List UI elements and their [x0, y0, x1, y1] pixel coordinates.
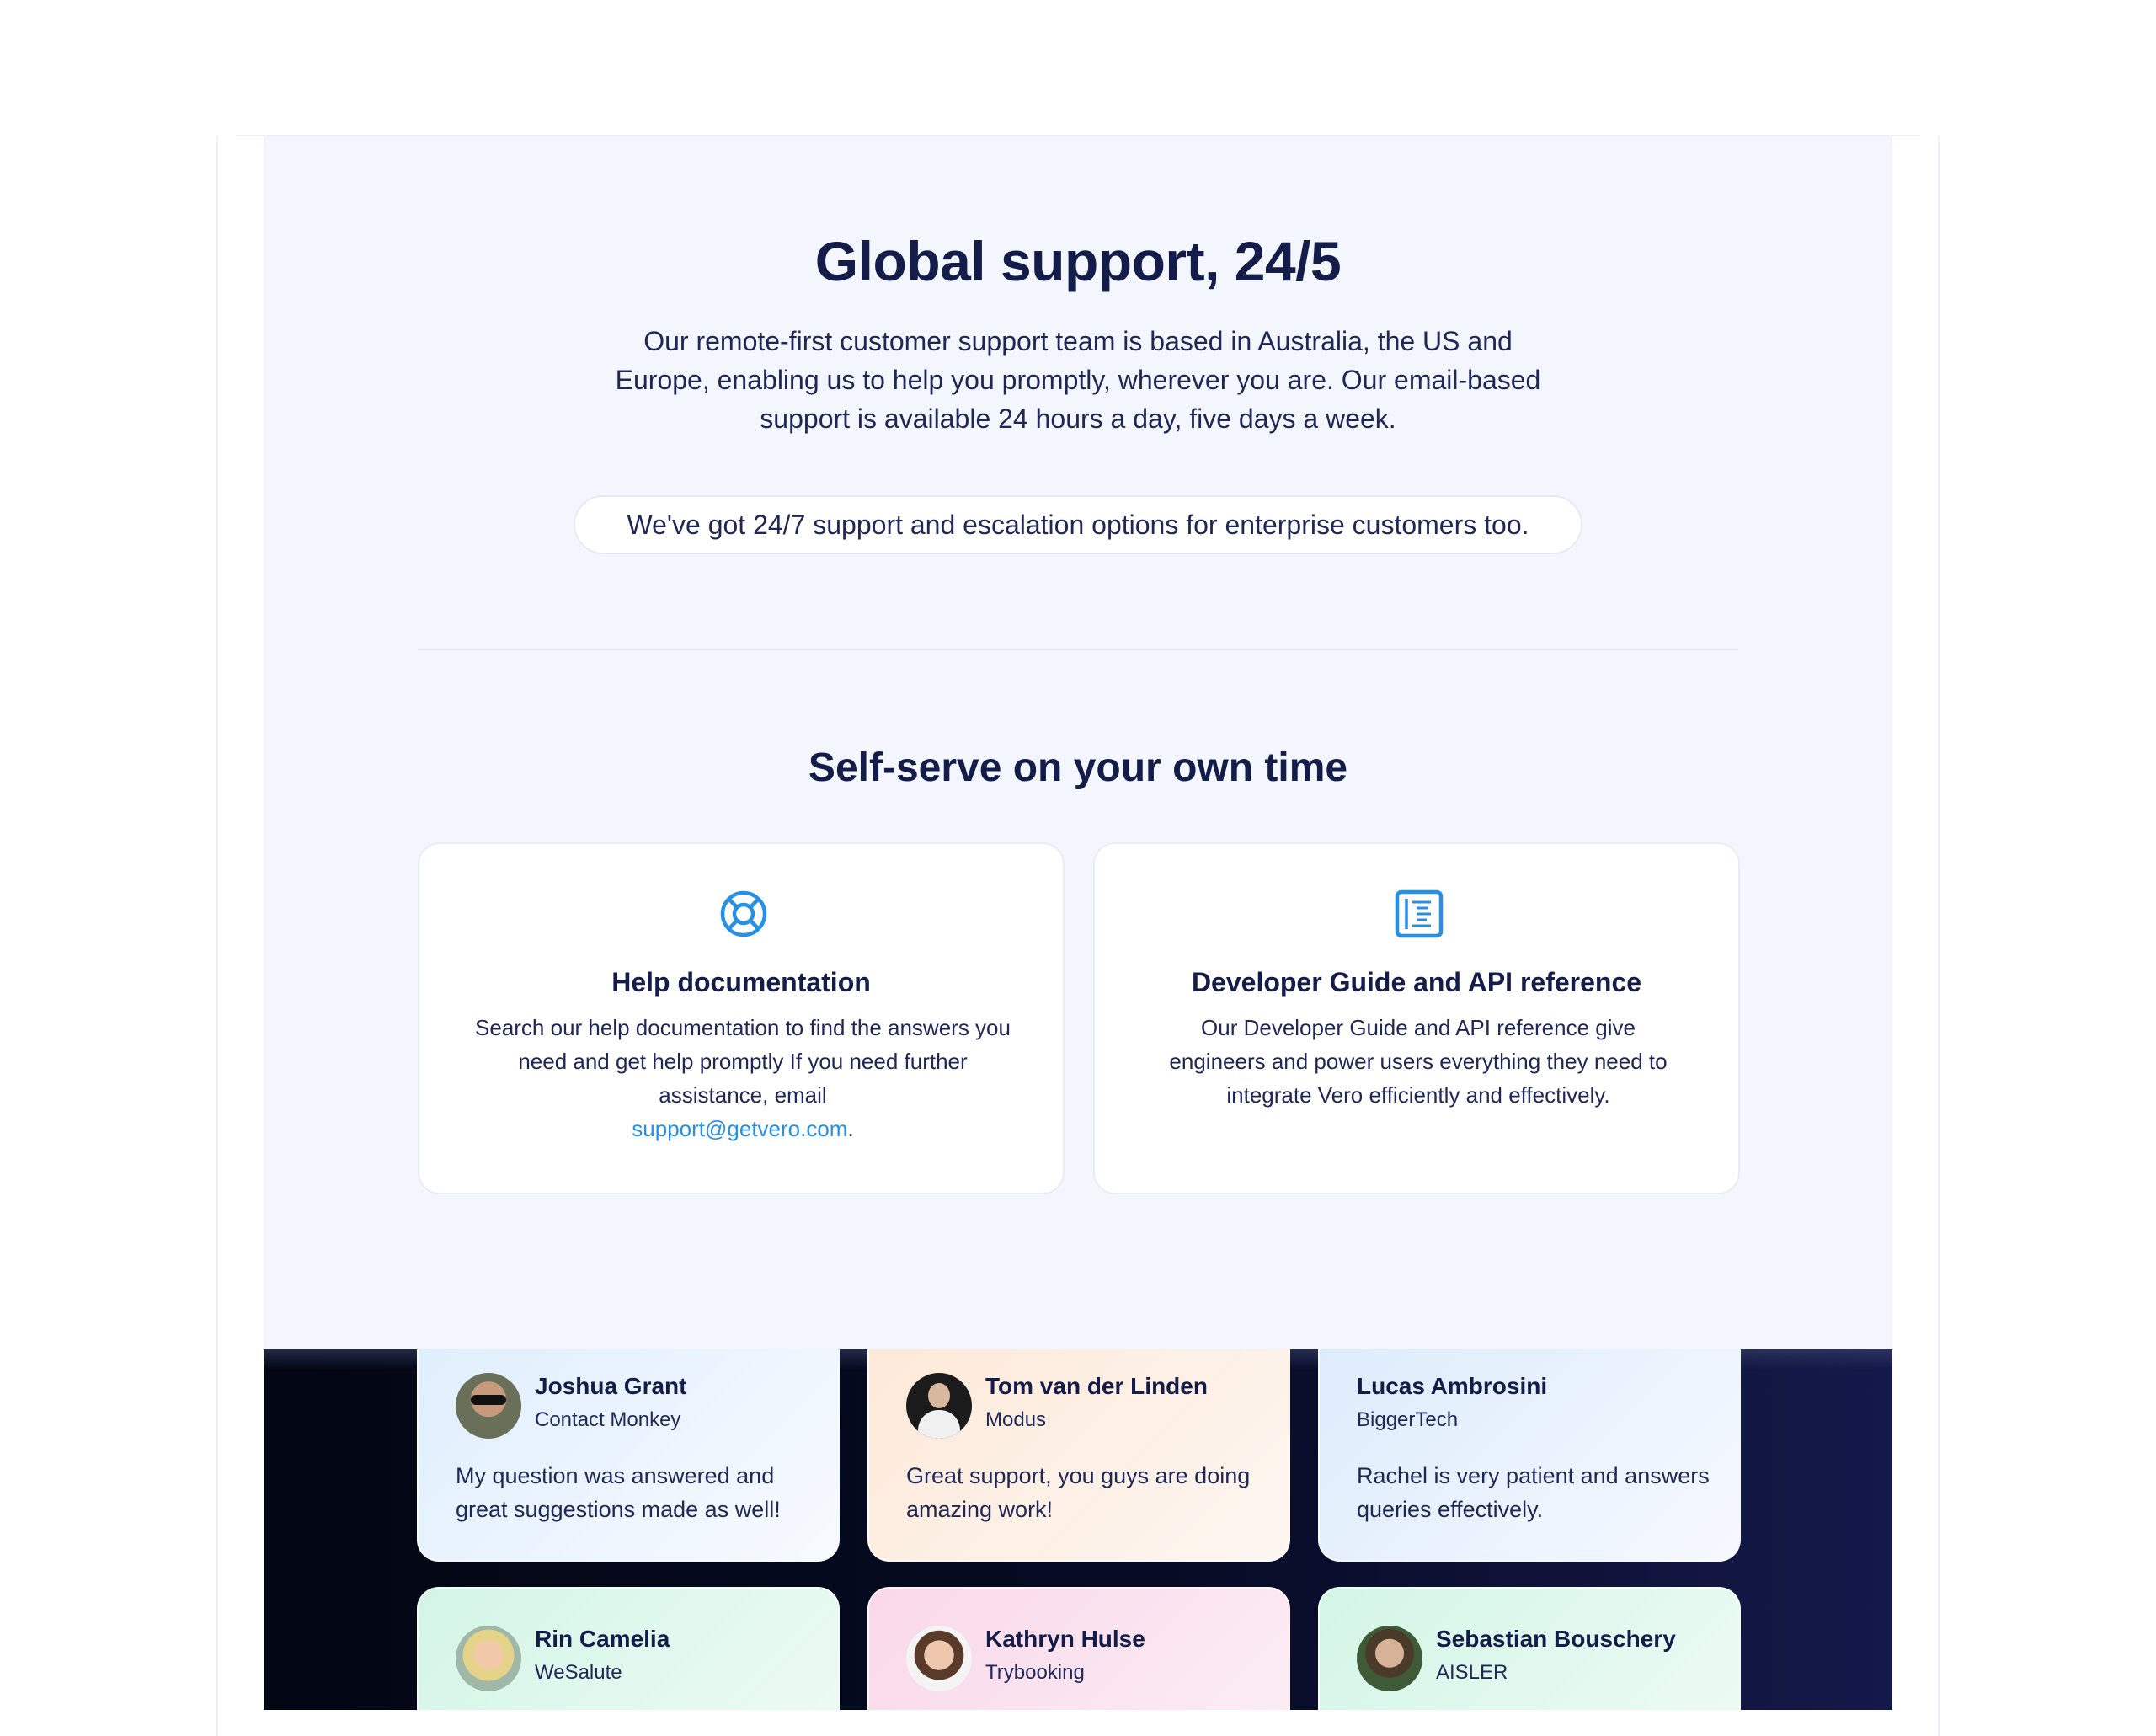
testimonial-card: Lucas Ambrosini BiggerTech Rachel is ver…: [1318, 1349, 1741, 1562]
testimonial-quote: Great support, you guys are doing amazin…: [906, 1463, 1251, 1522]
testimonial-card: Joshua Grant Contact Monkey My question …: [417, 1349, 840, 1562]
page-title: Global support, 24/5: [814, 230, 1342, 292]
self-serve-title: Self-serve on your own time: [808, 745, 1348, 790]
testimonial-quote: My question was answered and great sugge…: [456, 1463, 781, 1522]
support-description: Our remote-first customer support team i…: [615, 326, 1541, 434]
document-list-icon: [1395, 889, 1444, 938]
avatar: [906, 1373, 972, 1439]
enterprise-note-text: We've got 24/7 support and escalation op…: [627, 509, 1529, 540]
developer-guide-card[interactable]: Developer Guide and API reference Our De…: [1093, 842, 1740, 1194]
help-documentation-title: Help documentation: [611, 967, 871, 997]
testimonial-quote: Rachel is very patient and answers queri…: [1357, 1463, 1710, 1522]
testimonial-name: Tom van der Linden: [985, 1373, 1208, 1399]
testimonial-card: Rin Camelia WeSalute: [417, 1587, 840, 1710]
support-panel: Global support, 24/5 Our remote-first cu…: [264, 136, 1892, 1349]
testimonial-company: WeSalute: [535, 1661, 622, 1684]
testimonial-name: Joshua Grant: [535, 1373, 687, 1399]
testimonial-name: Sebastian Bouschery: [1436, 1626, 1676, 1652]
testimonial-name: Rin Camelia: [535, 1626, 670, 1652]
avatar: [456, 1373, 521, 1439]
lifebuoy-icon: [720, 890, 767, 937]
enterprise-note: We've got 24/7 support and escalation op…: [574, 495, 1582, 554]
help-documentation-card[interactable]: Help documentation Search our help docum…: [418, 842, 1065, 1194]
testimonial-company: AISLER: [1436, 1661, 1508, 1684]
developer-guide-title: Developer Guide and API reference: [1191, 967, 1642, 997]
testimonial-name: Lucas Ambrosini: [1357, 1373, 1548, 1399]
testimonial-company: Trybooking: [985, 1661, 1085, 1684]
support-email-link[interactable]: support@getvero.com: [632, 1116, 847, 1141]
testimonial-company: BiggerTech: [1357, 1408, 1459, 1431]
testimonial-card: Sebastian Bouschery AISLER: [1318, 1587, 1741, 1710]
developer-guide-text: Our Developer Guide and API reference gi…: [1169, 1015, 1668, 1108]
help-documentation-text: Search our help documentation to find th…: [475, 1015, 1011, 1141]
avatar: [456, 1626, 521, 1691]
testimonial-name: Kathryn Hulse: [985, 1626, 1145, 1652]
testimonial-card: Kathryn Hulse Trybooking: [867, 1587, 1290, 1710]
section-divider: [418, 649, 1738, 650]
testimonials-section: Joshua Grant Contact Monkey My question …: [264, 1349, 1892, 1710]
avatar: [1357, 1626, 1422, 1691]
testimonial-company: Contact Monkey: [535, 1408, 681, 1431]
testimonial-company: Modus: [985, 1408, 1047, 1431]
avatar: [906, 1626, 972, 1691]
testimonial-card: Tom van der Linden Modus Great support, …: [867, 1349, 1290, 1562]
